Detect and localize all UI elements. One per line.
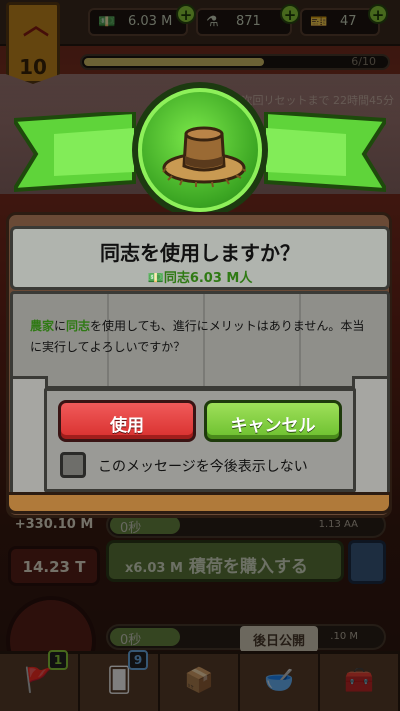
frame-post-left <box>10 376 48 500</box>
frame-bottom-plank <box>6 492 392 514</box>
dialog-title: 同志を使用しますか？ <box>100 241 300 265</box>
frame-post-right <box>352 376 390 500</box>
dialog-subtitle: 💵同志6.03 M人 <box>147 271 253 286</box>
use-button[interactable]: 使用 <box>58 400 196 442</box>
straw-hat-icon <box>162 126 246 188</box>
dont-show-again-checkbox[interactable] <box>60 452 86 478</box>
comrade-emblem <box>132 82 268 218</box>
dont-show-again-label: このメッセージを今後表示しない <box>98 459 308 475</box>
cash-icon: 💵 <box>147 271 164 286</box>
dialog-message: 農家に同志を使用しても、進行にメリットはありません。本当に実行してよろしいですか… <box>30 319 365 354</box>
cancel-button[interactable]: キャンセル <box>204 400 342 442</box>
dialog-header: 同志を使用しますか？ 💵同志6.03 M人 <box>10 226 390 290</box>
